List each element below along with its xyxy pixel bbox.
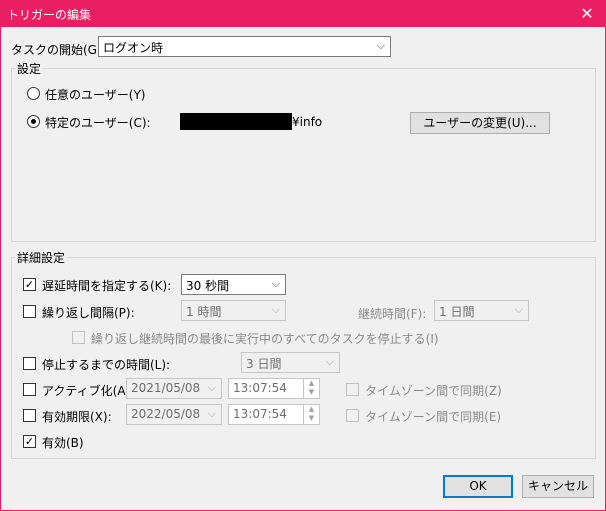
start-task-label: タスクの開始(G):	[11, 43, 106, 57]
stop-after-select[interactable]: 3 日間 ⌵	[241, 352, 340, 373]
up-arrow-icon[interactable]: ▲	[304, 379, 319, 388]
activate-sync-checkbox[interactable]	[346, 383, 359, 396]
repeat-label[interactable]: 繰り返し間隔(P):	[42, 304, 135, 321]
duration-select[interactable]: 1 日間 ⌵	[434, 300, 529, 321]
title-bar[interactable]: トリガーの編集 ✕	[1, 1, 605, 27]
repeat-checkbox[interactable]	[23, 305, 36, 318]
any-user-label[interactable]: 任意のユーザー(Y)	[45, 86, 145, 103]
expire-sync-checkbox[interactable]	[346, 409, 359, 422]
expire-sync-label[interactable]: タイムゾーン間で同期(E)	[365, 408, 501, 425]
activate-time-field[interactable]: 13:07:54 ▲ ▼	[228, 378, 320, 399]
expire-time-value: 13:07:54	[233, 407, 287, 421]
activate-time-value: 13:07:54	[233, 381, 287, 395]
settings-heading: 設定	[15, 60, 44, 77]
redacted-username	[180, 113, 292, 130]
chevron-down-icon: ⌵	[207, 407, 216, 420]
chevron-down-icon: ⌵	[271, 277, 280, 290]
chevron-down-icon: ⌵	[514, 303, 523, 316]
chevron-down-icon: ⌵	[325, 355, 334, 368]
stop-after-value: 3 日間	[246, 357, 282, 371]
user-name-suffix: ¥info	[292, 115, 323, 129]
chevron-down-icon: ⌵	[271, 303, 280, 316]
delay-checkbox[interactable]: ✓	[23, 278, 36, 291]
enabled-label[interactable]: 有効(B)	[42, 434, 84, 451]
stop-after-checkbox[interactable]	[23, 357, 36, 370]
delay-value: 30 秒間	[186, 279, 230, 293]
chevron-down-icon: ⌵	[376, 39, 385, 52]
specific-user-radio[interactable]	[27, 115, 40, 128]
expire-time-field[interactable]: 13:07:54 ▲ ▼	[228, 404, 320, 425]
repeat-select[interactable]: 1 時間 ⌵	[181, 300, 286, 321]
any-user-radio[interactable]	[27, 87, 40, 100]
time-spinner[interactable]: ▲ ▼	[303, 405, 319, 424]
duration-label: 継続時間(F):	[358, 307, 427, 321]
cancel-button[interactable]: キャンセル	[522, 475, 594, 498]
edit-trigger-dialog: トリガーの編集 ✕ タスクの開始(G): ログオン時 ⌵ 設定 任意のユーザー(…	[0, 0, 606, 511]
delay-select[interactable]: 30 秒間 ⌵	[181, 274, 286, 295]
activate-date-picker[interactable]: 2021/05/08 ⌵	[126, 378, 222, 399]
enabled-checkbox[interactable]: ✓	[23, 435, 36, 448]
down-arrow-icon[interactable]: ▼	[304, 414, 319, 423]
expire-date-value: 2022/05/08	[131, 407, 201, 421]
advanced-settings-heading: 詳細設定	[15, 249, 68, 266]
stop-at-end-checkbox[interactable]	[72, 331, 85, 344]
stop-at-end-label[interactable]: 繰り返し継続時間の最後に実行中のすべてのタスクを停止する(I)	[91, 330, 439, 347]
window-title: トリガーの編集	[7, 8, 92, 22]
expire-date-picker[interactable]: 2022/05/08 ⌵	[126, 404, 222, 425]
change-user-button[interactable]: ユーザーの変更(U)...	[410, 112, 550, 134]
duration-value: 1 日間	[439, 305, 475, 319]
expire-label[interactable]: 有効期限(X):	[42, 408, 112, 425]
activate-date-value: 2021/05/08	[131, 381, 201, 395]
start-task-select[interactable]: ログオン時 ⌵	[98, 36, 391, 57]
time-spinner[interactable]: ▲ ▼	[303, 379, 319, 398]
expire-checkbox[interactable]	[23, 409, 36, 422]
ok-button[interactable]: OK	[443, 475, 513, 498]
activate-label[interactable]: アクティブ化(A):	[42, 382, 134, 399]
close-icon[interactable]: ✕	[569, 1, 605, 27]
up-arrow-icon[interactable]: ▲	[304, 405, 319, 414]
stop-after-label[interactable]: 停止するまでの時間(L):	[42, 356, 170, 373]
activate-checkbox[interactable]	[23, 383, 36, 396]
chevron-down-icon: ⌵	[207, 381, 216, 394]
start-task-value: ログオン時	[103, 41, 164, 55]
activate-sync-label[interactable]: タイムゾーン間で同期(Z)	[365, 382, 502, 399]
delay-label[interactable]: 遅延時間を指定する(K):	[42, 277, 171, 294]
down-arrow-icon[interactable]: ▼	[304, 388, 319, 397]
radio-selected-dot	[31, 119, 36, 124]
repeat-value: 1 時間	[186, 305, 222, 319]
specific-user-label[interactable]: 特定のユーザー(C):	[45, 114, 151, 131]
